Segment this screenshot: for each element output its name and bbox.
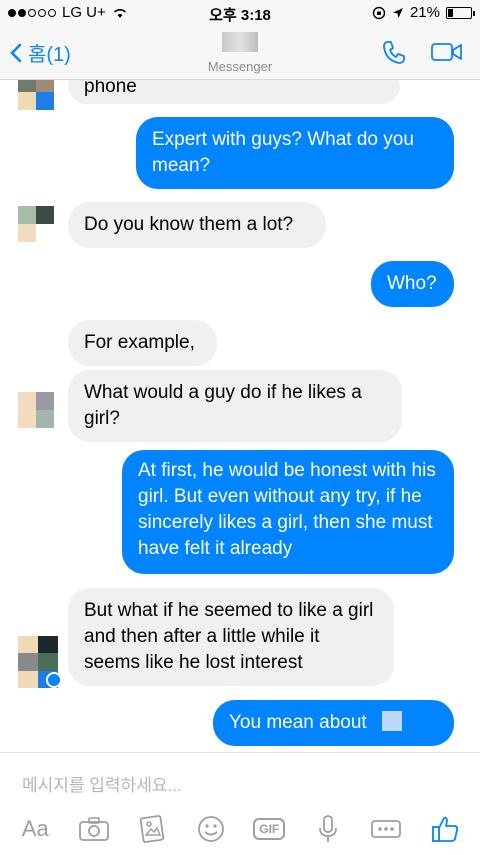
rotation-lock-icon (372, 6, 386, 19)
message-bubble-incoming[interactable]: But what if he seemed to like a girl and… (68, 588, 394, 686)
messenger-badge-icon (46, 672, 62, 688)
camera-icon[interactable] (74, 811, 114, 847)
avatar[interactable] (18, 392, 54, 428)
message-bubble-incoming[interactable]: What would a guy do if he likes a girl? (68, 370, 402, 442)
message-bubble-outgoing[interactable]: Who? (371, 261, 454, 307)
like-icon[interactable] (425, 811, 465, 847)
avatar[interactable] (18, 206, 54, 242)
message-text: For example, (84, 332, 195, 353)
message-text: What would a guy do if he likes a girl? (84, 382, 362, 429)
message-text: phone (84, 80, 137, 97)
message-bubble-outgoing[interactable]: At first, he would be honest with his gi… (122, 450, 454, 574)
message-text: At first, he would be honest with his gi… (138, 460, 436, 559)
message-bubble-incoming[interactable]: Do you know them a lot? (68, 202, 326, 248)
microphone-icon[interactable] (308, 811, 348, 847)
message-text: You mean about (229, 712, 367, 733)
message-text: Who? (387, 273, 437, 294)
emoji-icon[interactable] (191, 811, 231, 847)
redacted-block (381, 711, 402, 731)
message-input[interactable]: 메시지를 입력하세요... (22, 771, 182, 796)
message-bubble-outgoing[interactable]: Expert with guys? What do you mean? (136, 117, 454, 189)
text-format-icon[interactable]: Aa (15, 811, 55, 847)
avatar[interactable] (18, 80, 54, 110)
phone-icon[interactable] (380, 38, 408, 66)
message-bubble-incoming[interactable]: phone (68, 80, 400, 104)
battery-icon (446, 6, 475, 19)
composer: 메시지를 입력하세요... Aa GIF (0, 752, 480, 855)
battery-fill (448, 8, 453, 17)
nav-bar: 홈(1) Messenger (0, 26, 480, 80)
composer-toolbar: Aa GIF (0, 809, 480, 849)
gif-icon[interactable]: GIF (249, 811, 289, 847)
nav-actions (380, 38, 464, 66)
message-bubble-outgoing[interactable]: You mean about (213, 700, 454, 746)
gif-label: GIF (253, 818, 286, 840)
status-bar: LG U+ 오후 3:18 21% (0, 0, 480, 26)
message-thread[interactable]: phone Expert with guys? What do you mean… (0, 80, 480, 752)
status-right: 21% (372, 4, 475, 21)
contact-name-blurred (222, 32, 258, 52)
video-call-icon[interactable] (430, 38, 464, 66)
text-format-label: Aa (21, 816, 49, 841)
message-bubble-incoming[interactable]: For example, (68, 320, 217, 366)
message-text: Do you know them a lot? (84, 214, 294, 235)
battery-percent: 21% (409, 4, 440, 21)
more-icon[interactable] (366, 811, 406, 847)
message-text: But what if he seemed to like a girl and… (84, 600, 374, 673)
message-text: Expert with guys? What do you mean? (152, 129, 414, 176)
gallery-icon[interactable] (132, 811, 172, 847)
location-icon (392, 7, 403, 18)
